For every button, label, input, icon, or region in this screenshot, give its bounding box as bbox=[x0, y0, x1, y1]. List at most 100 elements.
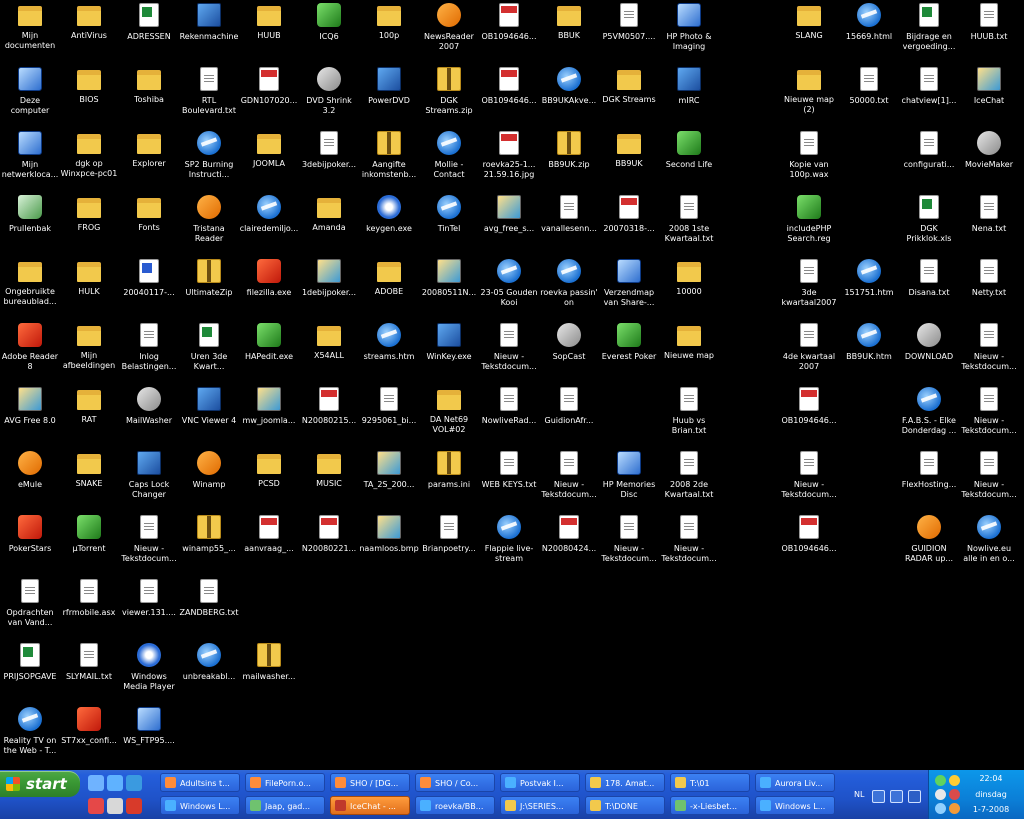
desktop-icon[interactable]: viewer.131.... bbox=[119, 576, 179, 618]
desktop-icon[interactable]: 20070318-... bbox=[599, 192, 659, 234]
desktop-icon[interactable]: Nieuw - Tekstdocum... bbox=[119, 512, 179, 564]
desktop-icon[interactable]: Deze computer bbox=[0, 64, 60, 116]
desktop-icon[interactable]: Explorer bbox=[119, 128, 179, 169]
desktop-icon[interactable]: Rekenmachine bbox=[179, 0, 239, 42]
desktop-icon[interactable]: Nieuw - Tekstdocum... bbox=[539, 448, 599, 500]
bluetooth-icon[interactable] bbox=[935, 803, 946, 814]
pokerstars-icon[interactable] bbox=[126, 798, 142, 814]
desktop-icon[interactable]: Netty.txt bbox=[959, 256, 1019, 298]
desktop-icon[interactable]: chatview[1]... bbox=[899, 64, 959, 106]
desktop-icon[interactable]: Caps Lock Changer bbox=[119, 448, 179, 500]
desktop-icon[interactable]: Disana.txt bbox=[899, 256, 959, 298]
desktop-icon[interactable]: Nowlive.eu alle in en o... bbox=[959, 512, 1019, 564]
desktop-icon[interactable]: mIRC bbox=[659, 64, 719, 106]
desktop-icon[interactable]: PCSD bbox=[239, 448, 299, 489]
desktop-icon[interactable]: configurati... bbox=[899, 128, 959, 170]
desktop-icon[interactable]: avg_free_s... bbox=[479, 192, 539, 234]
desktop-icon[interactable]: filezilla.exe bbox=[239, 256, 299, 298]
desktop-icon[interactable]: ICQ6 bbox=[299, 0, 359, 42]
desktop-icon[interactable]: PowerDVD bbox=[359, 64, 419, 106]
taskbar-window-button[interactable]: Postvak I... bbox=[500, 773, 580, 792]
desktop-icon[interactable]: HUUB bbox=[239, 0, 299, 41]
desktop-icon[interactable]: Second Life bbox=[659, 128, 719, 170]
volume-icon[interactable] bbox=[935, 789, 946, 800]
desktop-icon[interactable]: mw_joomla... bbox=[239, 384, 299, 426]
desktop-icon[interactable]: 2008 2de Kwartaal.txt bbox=[659, 448, 719, 500]
taskbar-window-button[interactable]: Windows L... bbox=[755, 796, 835, 815]
taskbar-window-button[interactable]: SHO / Co... bbox=[415, 773, 495, 792]
desktop-icon[interactable]: JOOMLA bbox=[239, 128, 299, 169]
desktop-icon[interactable]: Toshiba bbox=[119, 64, 179, 105]
desktop-icon[interactable]: Inlog Belastingen... bbox=[119, 320, 179, 372]
desktop-icon[interactable]: SLYMAIL.txt bbox=[59, 640, 119, 682]
taskbar-window-button[interactable]: Adultsins t... bbox=[160, 773, 240, 792]
desktop-icon[interactable]: DA Net69 VOL#02 bbox=[419, 384, 479, 435]
desktop-icon[interactable]: 20080511N... bbox=[419, 256, 479, 298]
desktop-icon[interactable]: SopCast bbox=[539, 320, 599, 362]
desktop-icon[interactable]: WinKey.exe bbox=[419, 320, 479, 362]
app-icon[interactable] bbox=[107, 798, 123, 814]
taskbar-window-button[interactable]: FilePorn.o... bbox=[245, 773, 325, 792]
desktop-icon[interactable]: Nieuwe map (2) bbox=[779, 64, 839, 115]
desktop-icon[interactable]: Verzendmap van Share-... bbox=[599, 256, 659, 308]
desktop-icon[interactable]: VNC Viewer 4 bbox=[179, 384, 239, 426]
keyboard-icon[interactable] bbox=[872, 790, 885, 803]
desktop-icon[interactable]: params.ini bbox=[419, 448, 479, 490]
desktop-icon[interactable]: AVG Free 8.0 bbox=[0, 384, 60, 426]
desktop-icon[interactable]: BB9UK bbox=[599, 128, 659, 169]
messenger-icon[interactable] bbox=[935, 775, 946, 786]
desktop-icon[interactable]: GDN107020... bbox=[239, 64, 299, 106]
desktop-icon[interactable]: 3de kwartaal2007 bbox=[779, 256, 839, 308]
desktop-icon[interactable]: X54ALL bbox=[299, 320, 359, 361]
security-icon[interactable] bbox=[949, 775, 960, 786]
desktop-icon[interactable]: Nieuw - Tekstdocum... bbox=[599, 512, 659, 564]
desktop-icon[interactable]: Brianpoetry... bbox=[419, 512, 479, 554]
desktop-icon[interactable]: Reality TV on the Web - T... bbox=[0, 704, 60, 756]
desktop-icon[interactable]: eMule bbox=[0, 448, 60, 490]
desktop-icon[interactable]: Prullenbak bbox=[0, 192, 60, 234]
desktop-icon[interactable]: UltimateZip bbox=[179, 256, 239, 298]
desktop-icon[interactable]: clairedemiljo... bbox=[239, 192, 299, 234]
desktop-icon[interactable]: 9295061_bi... bbox=[359, 384, 419, 426]
desktop-icon[interactable]: WEB KEYS.txt bbox=[479, 448, 539, 490]
desktop-icon[interactable]: DOWNLOAD bbox=[899, 320, 959, 362]
desktop-icon[interactable]: Tristana Reader bbox=[179, 192, 239, 244]
desktop-icon[interactable]: N20080424... bbox=[539, 512, 599, 554]
media-icon[interactable] bbox=[126, 775, 142, 791]
desktop-icon[interactable]: ADOBE bbox=[359, 256, 419, 297]
desktop-icon[interactable]: winamp55_... bbox=[179, 512, 239, 554]
desktop-icon[interactable]: includePHP Search.reg bbox=[779, 192, 839, 244]
desktop-icon[interactable]: 15669.html bbox=[839, 0, 899, 42]
desktop-icon[interactable]: dgk op Winxpce-pc01 bbox=[59, 128, 119, 179]
desktop-icon[interactable]: GUIDION RADAR up... bbox=[899, 512, 959, 564]
desktop-icon[interactable]: N20080221... bbox=[299, 512, 359, 554]
desktop-icon[interactable]: TA_2S_200... bbox=[359, 448, 419, 490]
desktop-icon[interactable]: HUUB.txt bbox=[959, 0, 1019, 42]
desktop-icon[interactable]: NewsReader 2007 bbox=[419, 0, 479, 52]
desktop-icon[interactable]: GuidionAfr... bbox=[539, 384, 599, 426]
desktop-icon[interactable]: vanallesenn... bbox=[539, 192, 599, 234]
taskbar-window-button[interactable]: T:\DONE bbox=[585, 796, 665, 815]
taskbar-window-button[interactable]: -x-Liesbet... bbox=[670, 796, 750, 815]
desktop-icon[interactable]: P5VM0507.... bbox=[599, 0, 659, 42]
taskbar-window-button[interactable]: 178. Amat... bbox=[585, 773, 665, 792]
antivirus-icon[interactable] bbox=[949, 789, 960, 800]
desktop-icon[interactable]: BB9UK.zip bbox=[539, 128, 599, 170]
desktop-icon[interactable]: Nieuw - Tekstdocum... bbox=[959, 384, 1019, 436]
desktop-icon[interactable]: roevka25-1... 21.59.16.jpg bbox=[479, 128, 539, 180]
taskbar-window-button[interactable]: Windows L... bbox=[160, 796, 240, 815]
desktop-icon[interactable]: Amanda bbox=[299, 192, 359, 233]
desktop-icon[interactable]: DVD Shrink 3.2 bbox=[299, 64, 359, 116]
desktop-icon[interactable]: 23-05 Gouden Kooi bbox=[479, 256, 539, 308]
taskbar-window-button[interactable]: Aurora Liv... bbox=[755, 773, 835, 792]
desktop-icon[interactable]: WS_FTP95.... bbox=[119, 704, 179, 746]
desktop-icon[interactable]: MovieMaker bbox=[959, 128, 1019, 170]
desktop-icon[interactable]: 100p bbox=[359, 0, 419, 41]
desktop-icon[interactable]: DGK Streams.zip bbox=[419, 64, 479, 116]
desktop-icon[interactable]: mailwasher... bbox=[239, 640, 299, 682]
desktop-icon[interactable]: Nieuwe map bbox=[659, 320, 719, 361]
taskbar-window-button[interactable]: IceChat - ... bbox=[330, 796, 410, 815]
desktop-icon[interactable] bbox=[88, 775, 104, 791]
ie-icon[interactable] bbox=[107, 775, 123, 791]
desktop-icon[interactable]: Nieuw - Tekstdocum... bbox=[779, 448, 839, 500]
